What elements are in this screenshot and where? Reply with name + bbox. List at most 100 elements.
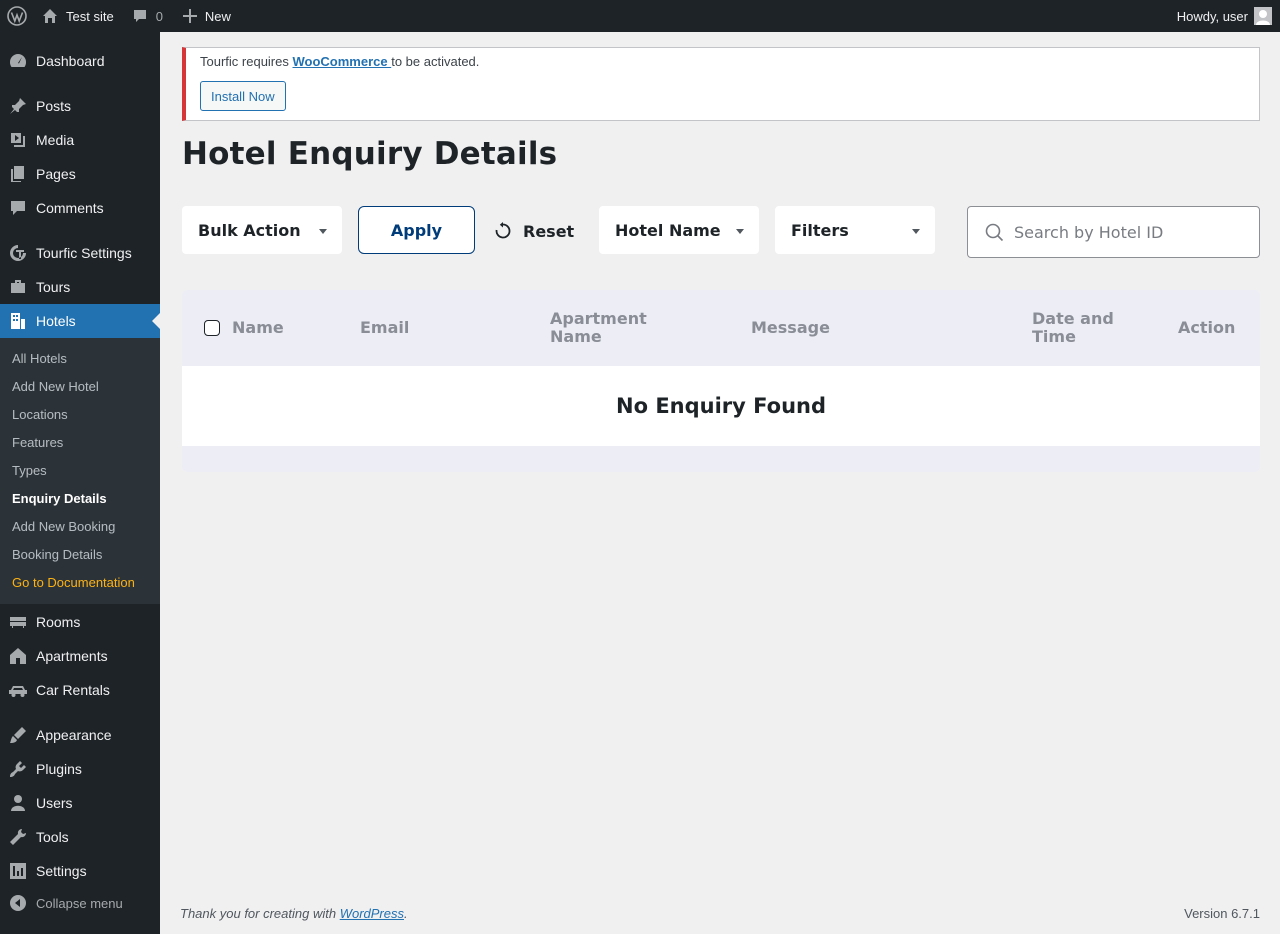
sidebar-item-dashboard[interactable]: Dashboard	[0, 44, 160, 78]
bulk-action-select[interactable]: Bulk Action	[182, 206, 342, 254]
sidebar-item-label: Hotels	[36, 313, 76, 329]
plugin-icon	[0, 759, 36, 779]
home-icon	[43, 9, 57, 23]
greeting: Howdy, user	[1176, 8, 1248, 24]
sidebar-item-rooms[interactable]: Rooms	[0, 605, 160, 639]
comments-count: 0	[155, 8, 163, 24]
user-icon	[0, 793, 36, 813]
woocommerce-link[interactable]: WooCommerce	[292, 54, 391, 69]
chevron-down-icon	[319, 229, 327, 234]
wordpress-link[interactable]: WordPress	[340, 906, 404, 921]
sidebar-item-label: Posts	[36, 98, 72, 114]
sidebar-item-label: Comments	[36, 200, 104, 216]
sidebar-item-label: Apartments	[36, 648, 108, 664]
submenu-add-new-booking[interactable]: Add New Booking	[12, 519, 115, 534]
submenu-go-to-documentation[interactable]: Go to Documentation	[12, 575, 135, 590]
tourfic-icon	[0, 243, 36, 263]
sidebar-item-appearance[interactable]: Appearance	[0, 718, 160, 752]
footer-version: Version 6.7.1	[1184, 906, 1260, 921]
column-header-email: Email	[360, 318, 410, 337]
chevron-down-icon	[912, 229, 920, 234]
select-all-checkbox[interactable]	[204, 320, 220, 336]
plus-icon	[182, 9, 197, 23]
hotel-icon	[0, 311, 36, 331]
avatar	[1254, 7, 1272, 25]
settings-icon	[0, 861, 36, 881]
submenu-add-new-hotel[interactable]: Add New Hotel	[12, 379, 99, 394]
sidebar-item-car-rentals[interactable]: Car Rentals	[0, 673, 160, 707]
sidebar-item-label: Media	[36, 132, 75, 148]
column-header-apartment-name: Apartment Name	[550, 309, 647, 346]
wordpress-logo-icon[interactable]	[0, 0, 34, 32]
submenu-features[interactable]: Features	[12, 435, 63, 450]
submenu-types[interactable]: Types	[12, 463, 47, 478]
column-header-date-time: Date and Time	[1032, 309, 1114, 346]
new-content-link[interactable]: New	[171, 0, 239, 32]
car-icon	[0, 680, 36, 700]
sidebar-item-label: Tools	[36, 829, 69, 845]
sidebar-item-tourfic-settings[interactable]: Tourfic Settings	[0, 236, 160, 270]
pin-icon	[0, 96, 36, 116]
sidebar-item-plugins[interactable]: Plugins	[0, 752, 160, 786]
hotel-name-label: Hotel Name	[615, 220, 721, 240]
column-header-name: Name	[232, 318, 284, 337]
filters-label: Filters	[791, 220, 849, 240]
sidebar-item-label: Car Rentals	[36, 682, 110, 698]
reset-button[interactable]: Reset	[493, 219, 574, 243]
sidebar-item-comments[interactable]: Comments	[0, 191, 160, 225]
bed-icon	[0, 612, 36, 632]
sidebar-item-label: Tourfic Settings	[36, 245, 132, 261]
sidebar-item-apartments[interactable]: Apartments	[0, 639, 160, 673]
collapse-menu-button[interactable]: Collapse menu	[0, 886, 160, 920]
submenu-all-hotels[interactable]: All Hotels	[12, 351, 67, 366]
site-name-link[interactable]: Test site	[34, 0, 124, 32]
wrench-icon	[0, 827, 36, 847]
sidebar-item-posts[interactable]: Posts	[0, 89, 160, 123]
new-label: New	[204, 8, 231, 24]
sidebar-item-tours[interactable]: Tours	[0, 270, 160, 304]
footer-text-before: Thank you for creating with	[180, 906, 340, 921]
sidebar-item-settings[interactable]: Settings	[0, 854, 160, 888]
admin-bar: Test site 0 New Howdy, user	[0, 0, 1280, 32]
notice-text-after: to be activated.	[391, 54, 480, 69]
submenu-locations[interactable]: Locations	[12, 407, 68, 422]
filters-select[interactable]: Filters	[775, 206, 935, 254]
bulk-action-label: Bulk Action	[198, 220, 301, 240]
submenu-booking-details[interactable]: Booking Details	[12, 547, 102, 562]
sidebar-item-label: Appearance	[36, 727, 112, 743]
collapse-label: Collapse menu	[36, 895, 123, 911]
apply-button[interactable]: Apply	[358, 206, 475, 254]
chevron-down-icon	[736, 229, 744, 234]
sidebar-item-label: Tours	[36, 279, 71, 295]
sidebar-item-pages[interactable]: Pages	[0, 157, 160, 191]
sidebar-item-label: Settings	[36, 863, 87, 879]
collapse-icon	[0, 894, 36, 912]
sidebar-item-users[interactable]: Users	[0, 786, 160, 820]
admin-sidebar: Dashboard Posts Media Pages Comments Tou…	[0, 32, 160, 934]
enquiry-table: Name Email Apartment Name Message Date a…	[182, 290, 1260, 472]
sidebar-item-label: Plugins	[36, 761, 82, 777]
sidebar-item-tools[interactable]: Tools	[0, 820, 160, 854]
page-title: Hotel Enquiry Details	[182, 136, 558, 172]
sidebar-item-label: Users	[36, 795, 73, 811]
sidebar-item-label: Rooms	[36, 614, 81, 630]
comments-link[interactable]: 0	[124, 0, 171, 32]
footer-text-after: .	[404, 906, 408, 921]
pages-icon	[0, 164, 36, 184]
sidebar-item-label: Dashboard	[36, 53, 105, 69]
my-account-link[interactable]: Howdy, user	[1177, 0, 1280, 32]
footer-thankyou: Thank you for creating with WordPress.	[180, 906, 408, 921]
column-header-action: Action	[1178, 318, 1236, 337]
hotel-name-select[interactable]: Hotel Name	[599, 206, 759, 254]
hotels-submenu: All Hotels Add New Hotel Locations Featu…	[0, 338, 160, 604]
table-header: Name Email Apartment Name Message Date a…	[182, 290, 1260, 365]
sidebar-item-hotels[interactable]: Hotels	[0, 304, 160, 338]
submenu-enquiry-details[interactable]: Enquiry Details	[12, 491, 107, 506]
column-header-message: Message	[751, 318, 830, 337]
sidebar-item-media[interactable]: Media	[0, 123, 160, 157]
notice-text: Tourfic requires WooCommerce to be activ…	[200, 54, 479, 69]
sidebar-item-label: Pages	[36, 166, 76, 182]
search-input[interactable]	[1014, 222, 1244, 242]
search-icon	[985, 223, 1004, 241]
install-now-button[interactable]: Install Now	[200, 81, 286, 111]
